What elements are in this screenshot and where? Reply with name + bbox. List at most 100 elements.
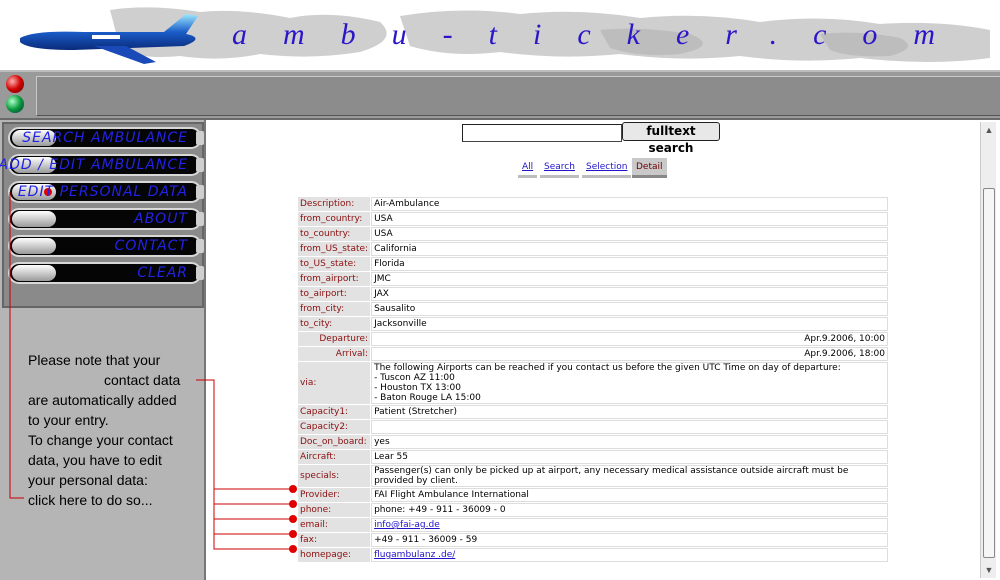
table-row: email: info@fai-ag.de	[298, 518, 888, 532]
field-value: Sausalito	[371, 302, 888, 316]
contact-button[interactable]: CONTACT	[8, 235, 204, 257]
vertical-scrollbar[interactable]: ▲ ▼	[980, 122, 996, 578]
fulltext-search-input[interactable]	[462, 124, 622, 142]
field-value: The following Airports can be reached if…	[371, 362, 888, 404]
clear-label: CLEAR	[137, 265, 188, 281]
field-label: Arrival:	[298, 347, 371, 361]
field-value: USA	[371, 212, 888, 226]
table-row: Description: Air-Ambulance	[298, 197, 888, 211]
tab-detail[interactable]: Detail	[632, 158, 667, 178]
table-row: specials: Passenger(s) can only be picked…	[298, 465, 888, 487]
field-value: +49 - 911 - 36009 - 59	[371, 533, 888, 547]
button-cap-icon	[196, 266, 204, 280]
field-value: JMC	[371, 272, 888, 286]
table-row: from_city: Sausalito	[298, 302, 888, 316]
button-cap-icon	[196, 131, 204, 145]
contact-data-note: Please note that your contact data are a…	[28, 350, 204, 510]
table-row: from_US_state: California	[298, 242, 888, 256]
field-value: Apr.9.2006, 10:00	[371, 332, 888, 346]
note-line: data, you have to edit	[28, 452, 162, 468]
red-light-icon	[6, 75, 24, 93]
field-value: JAX	[371, 287, 888, 301]
status-bar	[0, 72, 1000, 120]
field-label: to_country:	[298, 227, 371, 241]
tab-all[interactable]: All	[518, 158, 538, 178]
table-row: Aircraft: Lear 55	[298, 450, 888, 464]
ambulance-detail-table: Description: Air-Ambulance from_country: U…	[297, 196, 889, 563]
table-row: Departure: Apr.9.2006, 10:00	[298, 332, 888, 346]
table-row: to_country: USA	[298, 227, 888, 241]
scrollbar-thumb[interactable]	[983, 188, 995, 558]
scroll-up-arrow-icon[interactable]: ▲	[983, 124, 995, 136]
field-value: Jacksonville	[371, 317, 888, 331]
field-label: Doc_on_board:	[298, 435, 371, 449]
button-knob-icon	[12, 265, 56, 281]
table-row: to_city: Jacksonville	[298, 317, 888, 331]
field-value	[371, 420, 888, 434]
homepage-link[interactable]: flugambulanz .de/	[374, 550, 455, 560]
field-value: USA	[371, 227, 888, 241]
field-value: yes	[371, 435, 888, 449]
button-cap-icon	[196, 212, 204, 226]
field-label: from_city:	[298, 302, 371, 316]
note-line: Please note that your	[28, 352, 161, 368]
left-panel: SEARCH AMBULANCE ADD / EDIT AMBULANCE ED…	[0, 120, 206, 580]
field-label: to_city:	[298, 317, 371, 331]
field-label: Capacity1:	[298, 405, 371, 419]
field-label: homepage:	[298, 548, 371, 562]
field-value: phone: +49 - 911 - 36009 - 0	[371, 503, 888, 517]
button-knob-icon	[12, 211, 56, 227]
table-row: to_airport: JAX	[298, 287, 888, 301]
field-value: flugambulanz .de/	[371, 548, 888, 562]
table-row: homepage: flugambulanz .de/	[298, 548, 888, 562]
note-line: to your entry.	[28, 412, 109, 428]
clear-button[interactable]: CLEAR	[8, 262, 204, 284]
fulltext-search-button[interactable]: fulltext search	[622, 122, 720, 155]
table-row: Doc_on_board: yes	[298, 435, 888, 449]
contact-label: CONTACT	[114, 238, 188, 254]
table-row: Capacity1: Patient (Stretcher)	[298, 405, 888, 419]
table-row: phone: phone: +49 - 911 - 36009 - 0	[298, 503, 888, 517]
add-edit-ambulance-button[interactable]: ADD / EDIT AMBULANCE	[0, 154, 204, 176]
field-value: Lear 55	[371, 450, 888, 464]
scroll-down-arrow-icon[interactable]: ▼	[983, 564, 995, 576]
field-value: Apr.9.2006, 18:00	[371, 347, 888, 361]
field-label: via:	[298, 362, 371, 404]
site-title: ambu-ticker.com	[232, 18, 972, 51]
edit-personal-data-button[interactable]: EDIT PERSONAL DATA	[8, 181, 204, 203]
field-label: Description:	[298, 197, 371, 211]
add-edit-ambulance-label: ADD / EDIT AMBULANCE	[0, 157, 188, 173]
field-value: Florida	[371, 257, 888, 271]
about-button[interactable]: ABOUT	[8, 208, 204, 230]
table-row: via: The following Airports can be reach…	[298, 362, 888, 404]
field-label: Provider:	[298, 488, 371, 502]
via-line: - Baton Rouge LA 15:00	[374, 393, 481, 403]
green-light-icon	[6, 95, 24, 113]
header-banner: ambu-ticker.com	[0, 0, 1000, 72]
field-value: FAI Flight Ambulance International	[371, 488, 888, 502]
button-cap-icon	[196, 185, 204, 199]
via-line: - Tuscon AZ 11:00	[374, 373, 455, 383]
email-link[interactable]: info@fai-ag.de	[374, 520, 440, 530]
field-value: California	[371, 242, 888, 256]
edit-personal-data-label: EDIT PERSONAL DATA	[17, 184, 188, 200]
note-line: To change your contact	[28, 432, 173, 448]
field-label: Aircraft:	[298, 450, 371, 464]
status-bar-panel	[36, 76, 1000, 116]
field-label: to_US_state:	[298, 257, 371, 271]
note-click-here-link[interactable]: click here to do so...	[28, 490, 204, 510]
search-ambulance-button[interactable]: SEARCH AMBULANCE	[8, 127, 204, 149]
via-line: The following Airports can be reached if…	[374, 363, 841, 373]
field-label: Capacity2:	[298, 420, 371, 434]
field-label: to_airport:	[298, 287, 371, 301]
field-value: Air-Ambulance	[371, 197, 888, 211]
tab-selection[interactable]: Selection	[582, 158, 632, 178]
table-row: Arrival: Apr.9.2006, 18:00	[298, 347, 888, 361]
field-label: from_country:	[298, 212, 371, 226]
tab-search[interactable]: Search	[540, 158, 579, 178]
button-cap-icon	[196, 158, 204, 172]
search-ambulance-label: SEARCH AMBULANCE	[22, 130, 188, 146]
via-line: - Houston TX 13:00	[374, 383, 461, 393]
note-line: contact data	[104, 372, 181, 388]
table-row: to_US_state: Florida	[298, 257, 888, 271]
